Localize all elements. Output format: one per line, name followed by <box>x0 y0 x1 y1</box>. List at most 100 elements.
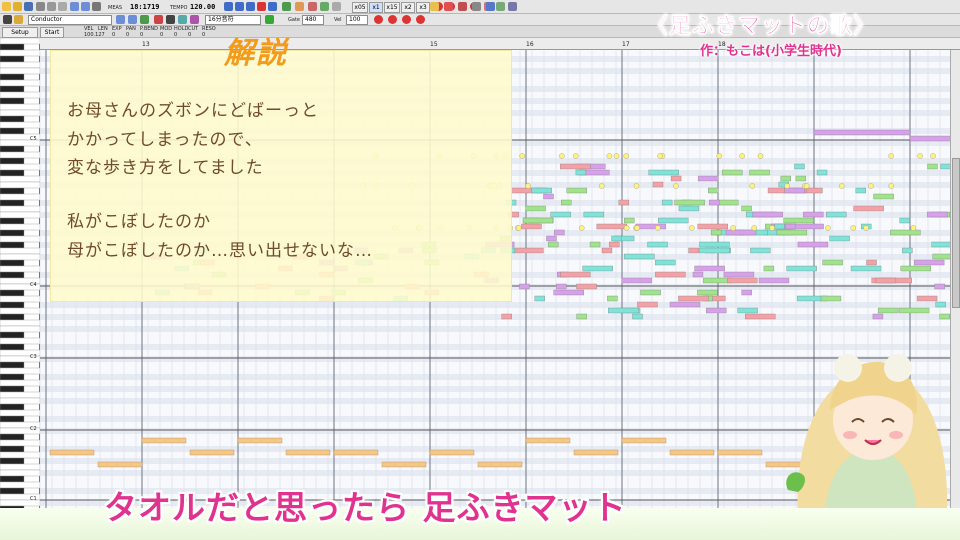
note-block[interactable] <box>875 277 897 284</box>
note-dot[interactable] <box>634 225 640 231</box>
scrollbar-thumb[interactable] <box>952 158 960 308</box>
triplet-icon[interactable] <box>265 15 274 24</box>
note-block[interactable] <box>850 265 882 272</box>
note-block[interactable] <box>741 205 752 212</box>
help-icon[interactable] <box>486 2 495 11</box>
note-block[interactable] <box>648 169 679 176</box>
note-block[interactable] <box>723 271 755 278</box>
transpose-icon[interactable] <box>388 15 397 24</box>
pencil-tool-icon[interactable] <box>14 15 23 24</box>
note-dot[interactable] <box>769 225 775 231</box>
note-block[interactable] <box>752 211 783 218</box>
note-block[interactable] <box>750 247 771 254</box>
note-dot[interactable] <box>519 153 525 159</box>
note-block[interactable] <box>926 211 948 218</box>
note-block[interactable] <box>560 271 591 278</box>
note-block[interactable] <box>939 313 950 320</box>
note-block[interactable] <box>727 277 758 284</box>
mixer-icon[interactable] <box>295 2 304 11</box>
note-block[interactable] <box>749 169 770 176</box>
note-block[interactable] <box>522 217 554 224</box>
note-bass[interactable] <box>525 437 571 444</box>
brush-tool-icon[interactable] <box>190 15 199 24</box>
note-block[interactable] <box>534 295 545 302</box>
note-block[interactable] <box>697 223 728 230</box>
note-block[interactable] <box>697 175 719 182</box>
note-dot[interactable] <box>784 183 790 189</box>
note-block[interactable] <box>531 187 552 194</box>
note-block[interactable] <box>784 223 796 230</box>
note-block[interactable] <box>669 301 701 308</box>
note-block[interactable] <box>745 313 776 320</box>
note-block[interactable] <box>934 283 945 290</box>
note-block[interactable] <box>774 223 785 230</box>
home-icon[interactable] <box>430 2 439 11</box>
view-icon[interactable] <box>332 2 341 11</box>
note-block[interactable] <box>913 259 945 266</box>
cut-icon[interactable] <box>36 2 45 11</box>
note-dot[interactable] <box>688 225 695 231</box>
note-bass[interactable] <box>621 437 667 444</box>
note-block[interactable] <box>722 169 743 176</box>
note-dot[interactable] <box>623 225 630 231</box>
event-list-icon[interactable] <box>496 2 505 11</box>
note-dot[interactable] <box>751 225 758 231</box>
note-block[interactable] <box>521 223 542 230</box>
note-block[interactable] <box>678 205 700 212</box>
piano-keyboard[interactable]: C5 C4 C3 C2 C1 <box>0 37 41 540</box>
note-dot[interactable] <box>657 153 663 159</box>
save-icon[interactable] <box>24 2 33 11</box>
note-dot[interactable] <box>757 153 764 159</box>
note-block[interactable] <box>813 129 911 136</box>
note-dot[interactable] <box>730 225 737 231</box>
note-dot[interactable] <box>598 183 605 189</box>
note-block[interactable] <box>706 307 727 314</box>
note-block[interactable] <box>899 217 910 224</box>
grid-icon[interactable] <box>92 2 101 11</box>
note-dot[interactable] <box>739 153 745 159</box>
note-dot[interactable] <box>606 153 613 159</box>
note-block[interactable] <box>708 187 719 194</box>
note-bass[interactable] <box>381 461 427 468</box>
note-block[interactable] <box>725 229 757 236</box>
note-block[interactable] <box>589 241 601 248</box>
note-block[interactable] <box>674 199 705 206</box>
loop-icon[interactable] <box>268 2 277 11</box>
note-dot[interactable] <box>930 153 936 159</box>
note-block[interactable] <box>561 199 572 206</box>
note-block[interactable] <box>866 259 877 266</box>
note-block[interactable] <box>566 187 588 194</box>
note-block[interactable] <box>601 247 613 254</box>
note-block[interactable] <box>898 307 930 314</box>
note-block[interactable] <box>795 175 807 182</box>
undo-icon[interactable] <box>70 2 79 11</box>
note-bass[interactable] <box>717 449 763 456</box>
note-block[interactable] <box>877 307 899 314</box>
note-block[interactable] <box>658 217 689 224</box>
piano-keys[interactable] <box>0 37 41 540</box>
note-block[interactable] <box>647 241 668 248</box>
note-bass[interactable] <box>669 449 715 456</box>
note-block[interactable] <box>575 169 587 176</box>
note-bass[interactable] <box>97 461 143 468</box>
note-dot[interactable] <box>749 183 756 189</box>
note-block[interactable] <box>784 187 805 194</box>
note-block[interactable] <box>694 265 725 272</box>
note-dot[interactable] <box>525 183 531 189</box>
note-block[interactable] <box>618 199 630 206</box>
note-dot[interactable] <box>863 225 869 231</box>
note-bass[interactable] <box>285 449 331 456</box>
note-bass[interactable] <box>49 449 95 456</box>
note-dot[interactable] <box>716 153 723 159</box>
note-block[interactable] <box>855 187 866 194</box>
eraser-tool-icon[interactable] <box>178 15 187 24</box>
metronome-icon[interactable] <box>282 2 291 11</box>
note-block[interactable] <box>873 193 894 200</box>
note-block[interactable] <box>786 265 817 272</box>
quantize-icon[interactable] <box>374 15 383 24</box>
note-dot[interactable] <box>888 183 895 189</box>
note-block[interactable] <box>710 229 722 236</box>
select-tool-icon[interactable] <box>166 15 175 24</box>
zoom-x1-button[interactable]: x1 <box>369 2 383 13</box>
note-dot[interactable] <box>917 153 923 159</box>
